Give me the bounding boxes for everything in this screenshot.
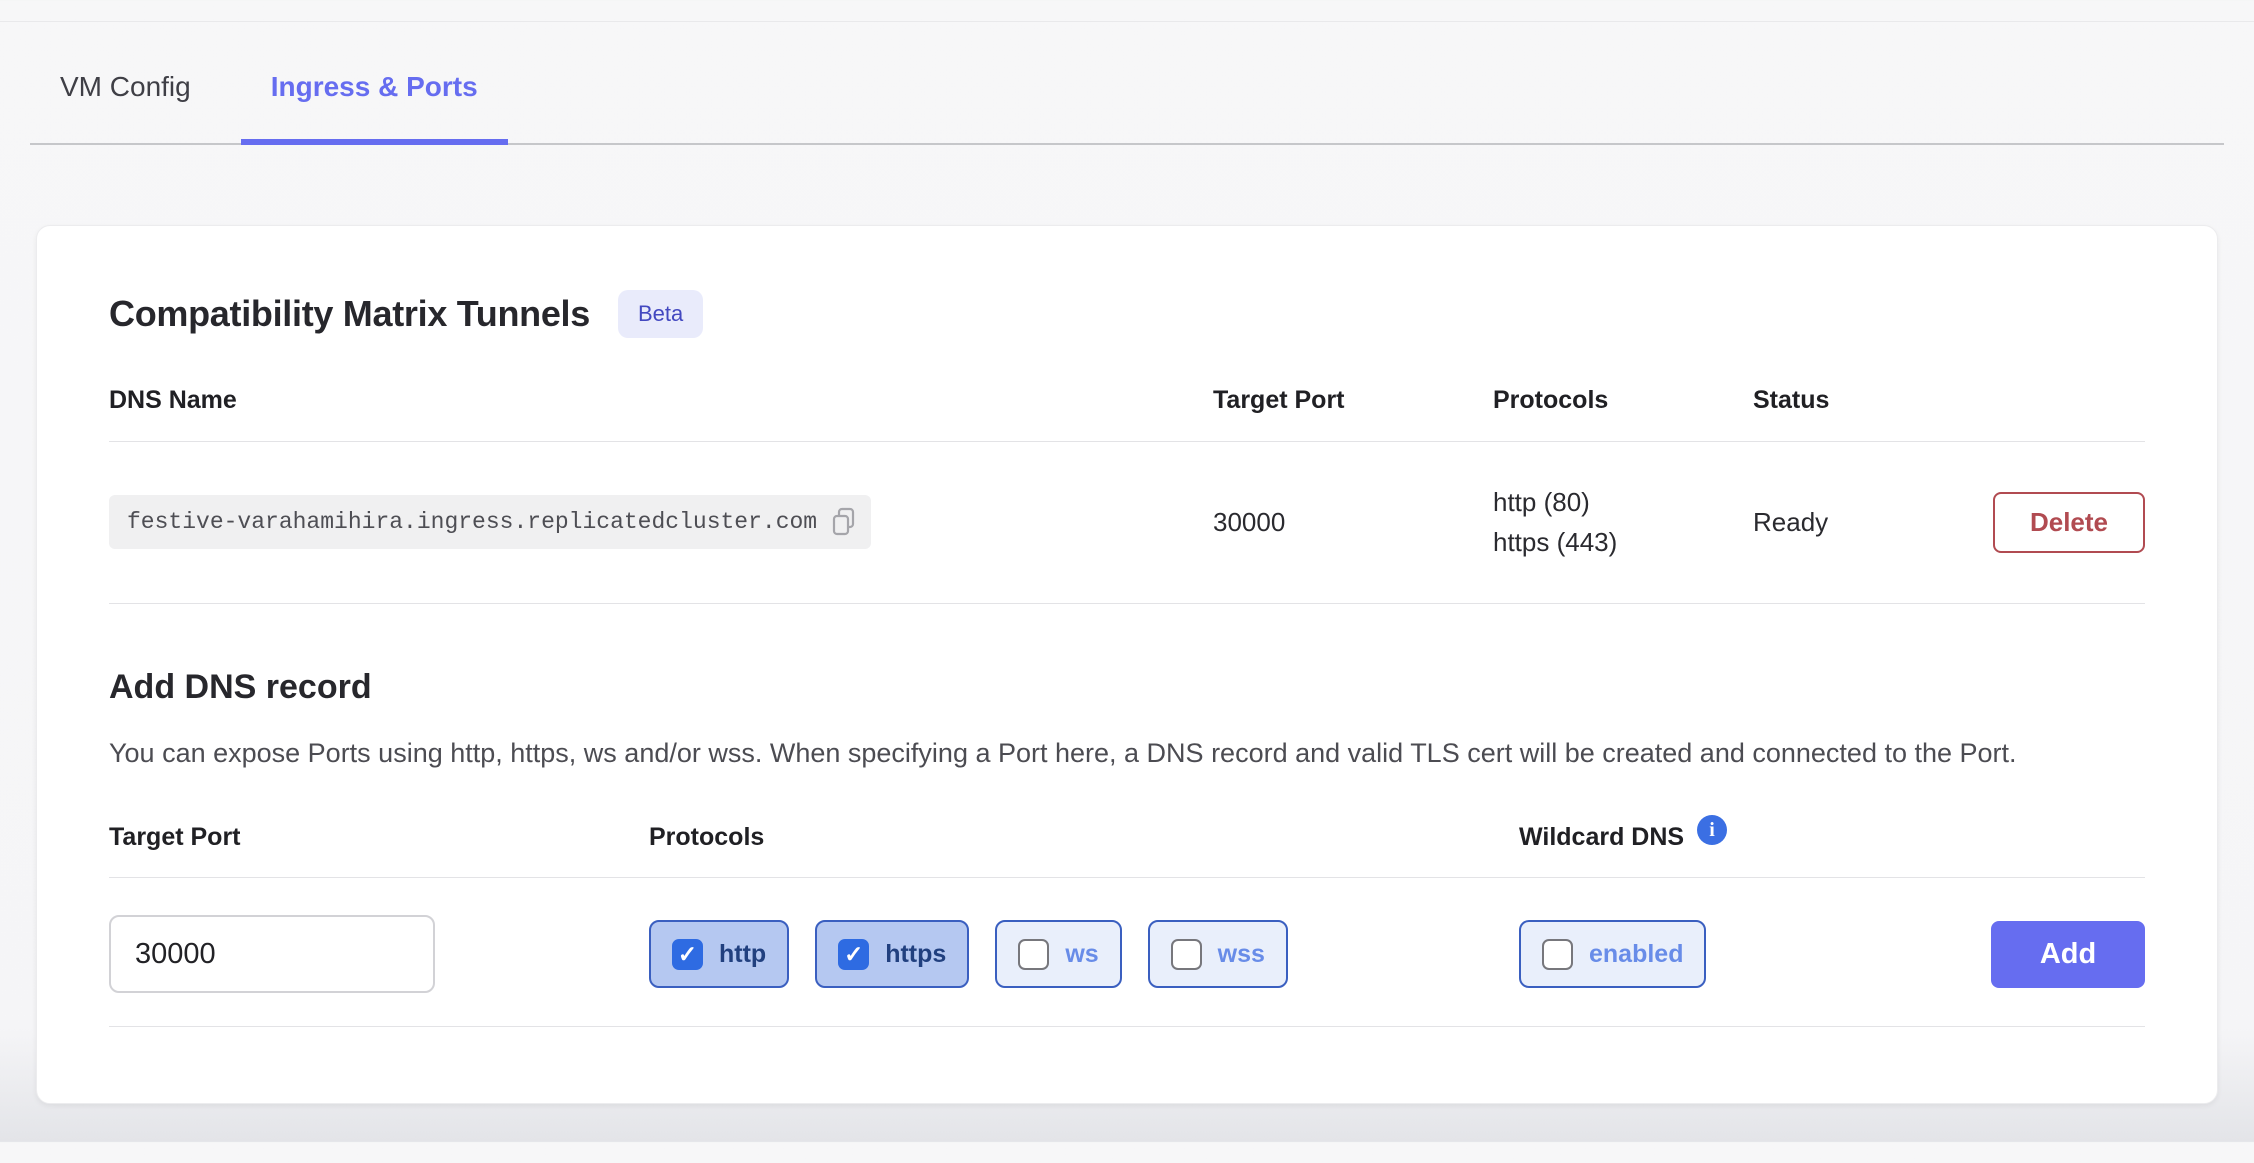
protocol-line-https: https (443) (1493, 522, 1753, 562)
wildcard-dns-label: Wildcard DNS (1519, 823, 1684, 852)
beta-badge: Beta (618, 290, 703, 338)
tunnels-card: Compatibility Matrix Tunnels Beta DNS Na… (36, 225, 2218, 1104)
protocol-checkbox-ws[interactable]: ws (995, 920, 1121, 988)
add-dns-record-description: You can expose Ports using http, https, … (109, 733, 2154, 774)
checkbox-icon (1171, 939, 1202, 970)
wildcard-checkbox-label: enabled (1589, 940, 1683, 969)
protocol-line-http: http (80) (1493, 482, 1753, 522)
copy-icon[interactable] (831, 507, 857, 537)
card-title-row: Compatibility Matrix Tunnels Beta (109, 226, 2145, 338)
tab-bar: VM Config Ingress & Ports (30, 22, 2224, 145)
dns-name-value: festive-varahamihira.ingress.replicatedc… (127, 509, 817, 535)
tab-vm-config[interactable]: VM Config (30, 71, 221, 143)
protocol-options: http https ws wss (649, 920, 1519, 988)
info-icon[interactable]: i (1697, 815, 1727, 845)
wildcard-enabled-checkbox[interactable]: enabled (1519, 920, 1706, 988)
add-dns-form: Target Port Protocols Wildcard DNS i htt… (109, 823, 2145, 1027)
tunnels-table-header: DNS Name Target Port Protocols Status (109, 386, 2145, 442)
checkbox-icon (838, 939, 869, 970)
target-port-field-cell (109, 915, 649, 993)
dns-name-pill: festive-varahamihira.ingress.replicatedc… (109, 495, 871, 549)
dns-name-cell: festive-varahamihira.ingress.replicatedc… (109, 495, 1213, 549)
add-dns-record-title: Add DNS record (109, 668, 2145, 707)
table-row: festive-varahamihira.ingress.replicatedc… (109, 442, 2145, 604)
protocols-cell: http (80) https (443) (1493, 482, 1753, 563)
form-header-wildcard-dns: Wildcard DNS i (1519, 823, 1975, 877)
page-title: Compatibility Matrix Tunnels (109, 293, 590, 335)
protocol-checkbox-label: wss (1218, 940, 1265, 969)
checkbox-icon (1542, 939, 1573, 970)
protocol-checkbox-label: https (885, 940, 946, 969)
add-button[interactable]: Add (1991, 921, 2145, 988)
status-cell: Ready (1753, 507, 1975, 538)
add-dns-form-header: Target Port Protocols Wildcard DNS i (109, 823, 2145, 878)
add-dns-form-row: http https ws wss enabled (109, 878, 2145, 1027)
protocol-checkbox-https[interactable]: https (815, 920, 969, 988)
protocol-checkbox-label: http (719, 940, 766, 969)
col-header-protocols: Protocols (1493, 386, 1753, 441)
wildcard-option-cell: enabled (1519, 920, 1975, 988)
col-header-target-port: Target Port (1213, 386, 1493, 441)
col-header-actions (1975, 401, 2145, 427)
col-header-dns-name: DNS Name (109, 386, 1213, 441)
delete-button[interactable]: Delete (1993, 492, 2145, 553)
form-header-protocols: Protocols (649, 823, 1519, 877)
protocol-checkbox-http[interactable]: http (649, 920, 789, 988)
target-port-input[interactable] (109, 915, 435, 993)
tab-ingress-ports[interactable]: Ingress & Ports (241, 71, 508, 143)
target-port-cell: 30000 (1213, 507, 1493, 538)
form-header-target-port: Target Port (109, 823, 649, 877)
col-header-status: Status (1753, 386, 1975, 441)
checkbox-icon (1018, 939, 1049, 970)
tunnels-table: DNS Name Target Port Protocols Status fe… (109, 386, 2145, 604)
protocol-checkbox-wss[interactable]: wss (1148, 920, 1288, 988)
protocol-checkbox-label: ws (1065, 940, 1098, 969)
form-header-actions (1975, 838, 2145, 863)
checkbox-icon (672, 939, 703, 970)
